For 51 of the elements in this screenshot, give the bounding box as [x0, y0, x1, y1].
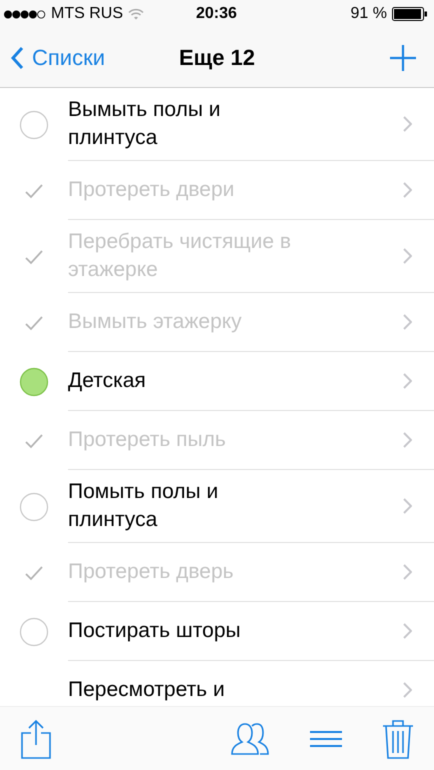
- checkmark-icon[interactable]: [24, 248, 44, 264]
- nav-title: Еще 12: [178, 44, 256, 70]
- trash-icon: [382, 718, 414, 760]
- checkmark-icon[interactable]: [24, 314, 44, 330]
- menu-icon: [310, 730, 342, 748]
- contacts-button[interactable]: [230, 720, 270, 756]
- chevron-right-icon: [403, 373, 412, 389]
- list-item[interactable]: Постирать шторы: [0, 602, 434, 661]
- status-time: 20:36: [196, 5, 237, 23]
- circle-checkbox[interactable]: [19, 616, 49, 646]
- chevron-right-icon: [403, 623, 412, 639]
- chevron-right-icon: [403, 498, 412, 514]
- checkmark-icon[interactable]: [24, 182, 44, 198]
- item-title: Детская: [68, 368, 146, 394]
- wifi-icon: [128, 8, 144, 20]
- people-icon: [230, 720, 270, 756]
- chevron-left-icon: [10, 46, 24, 70]
- item-title: Перебрать чистящие в этажерке: [68, 229, 292, 283]
- back-button[interactable]: Списки: [10, 44, 106, 70]
- chevron-right-icon: [403, 682, 412, 698]
- chevron-right-icon: [403, 564, 412, 580]
- checkmark-icon[interactable]: [24, 432, 44, 448]
- signal-icon: [4, 10, 46, 18]
- carrier-name: MTS RUS: [51, 5, 123, 23]
- item-title: Пересмотреть и: [68, 677, 225, 703]
- menu-button[interactable]: [310, 730, 342, 748]
- item-title: Протереть дверь: [68, 559, 234, 585]
- chevron-right-icon: [403, 182, 412, 198]
- item-title: Постирать шторы: [68, 618, 241, 644]
- item-title: Помыть полы и плинтуса: [68, 479, 220, 533]
- list-item[interactable]: Детская: [0, 352, 434, 411]
- item-title: Протереть двери: [68, 177, 234, 203]
- circle-checkbox[interactable]: [19, 492, 49, 522]
- list-item[interactable]: Помыть полы и плинтуса: [0, 470, 434, 543]
- share-button[interactable]: [20, 718, 52, 758]
- list-item[interactable]: Вымыть полы и плинтуса: [0, 88, 434, 161]
- item-title: Вымыть этажерку: [68, 309, 242, 335]
- circle-checkbox[interactable]: [19, 110, 49, 140]
- delete-button[interactable]: [382, 718, 414, 760]
- chevron-right-icon: [403, 314, 412, 330]
- share-icon: [20, 718, 52, 758]
- plus-icon: [390, 44, 416, 70]
- circle-checkbox[interactable]: [19, 366, 49, 396]
- battery-percent: 91 %: [350, 5, 387, 23]
- chevron-right-icon: [403, 248, 412, 264]
- battery-icon: [392, 7, 428, 21]
- chevron-right-icon: [403, 432, 412, 448]
- checkmark-icon[interactable]: [24, 564, 44, 580]
- item-title: Вымыть полы и плинтуса: [68, 97, 222, 151]
- chevron-right-icon: [403, 116, 412, 132]
- item-title: Протереть пыль: [68, 427, 226, 453]
